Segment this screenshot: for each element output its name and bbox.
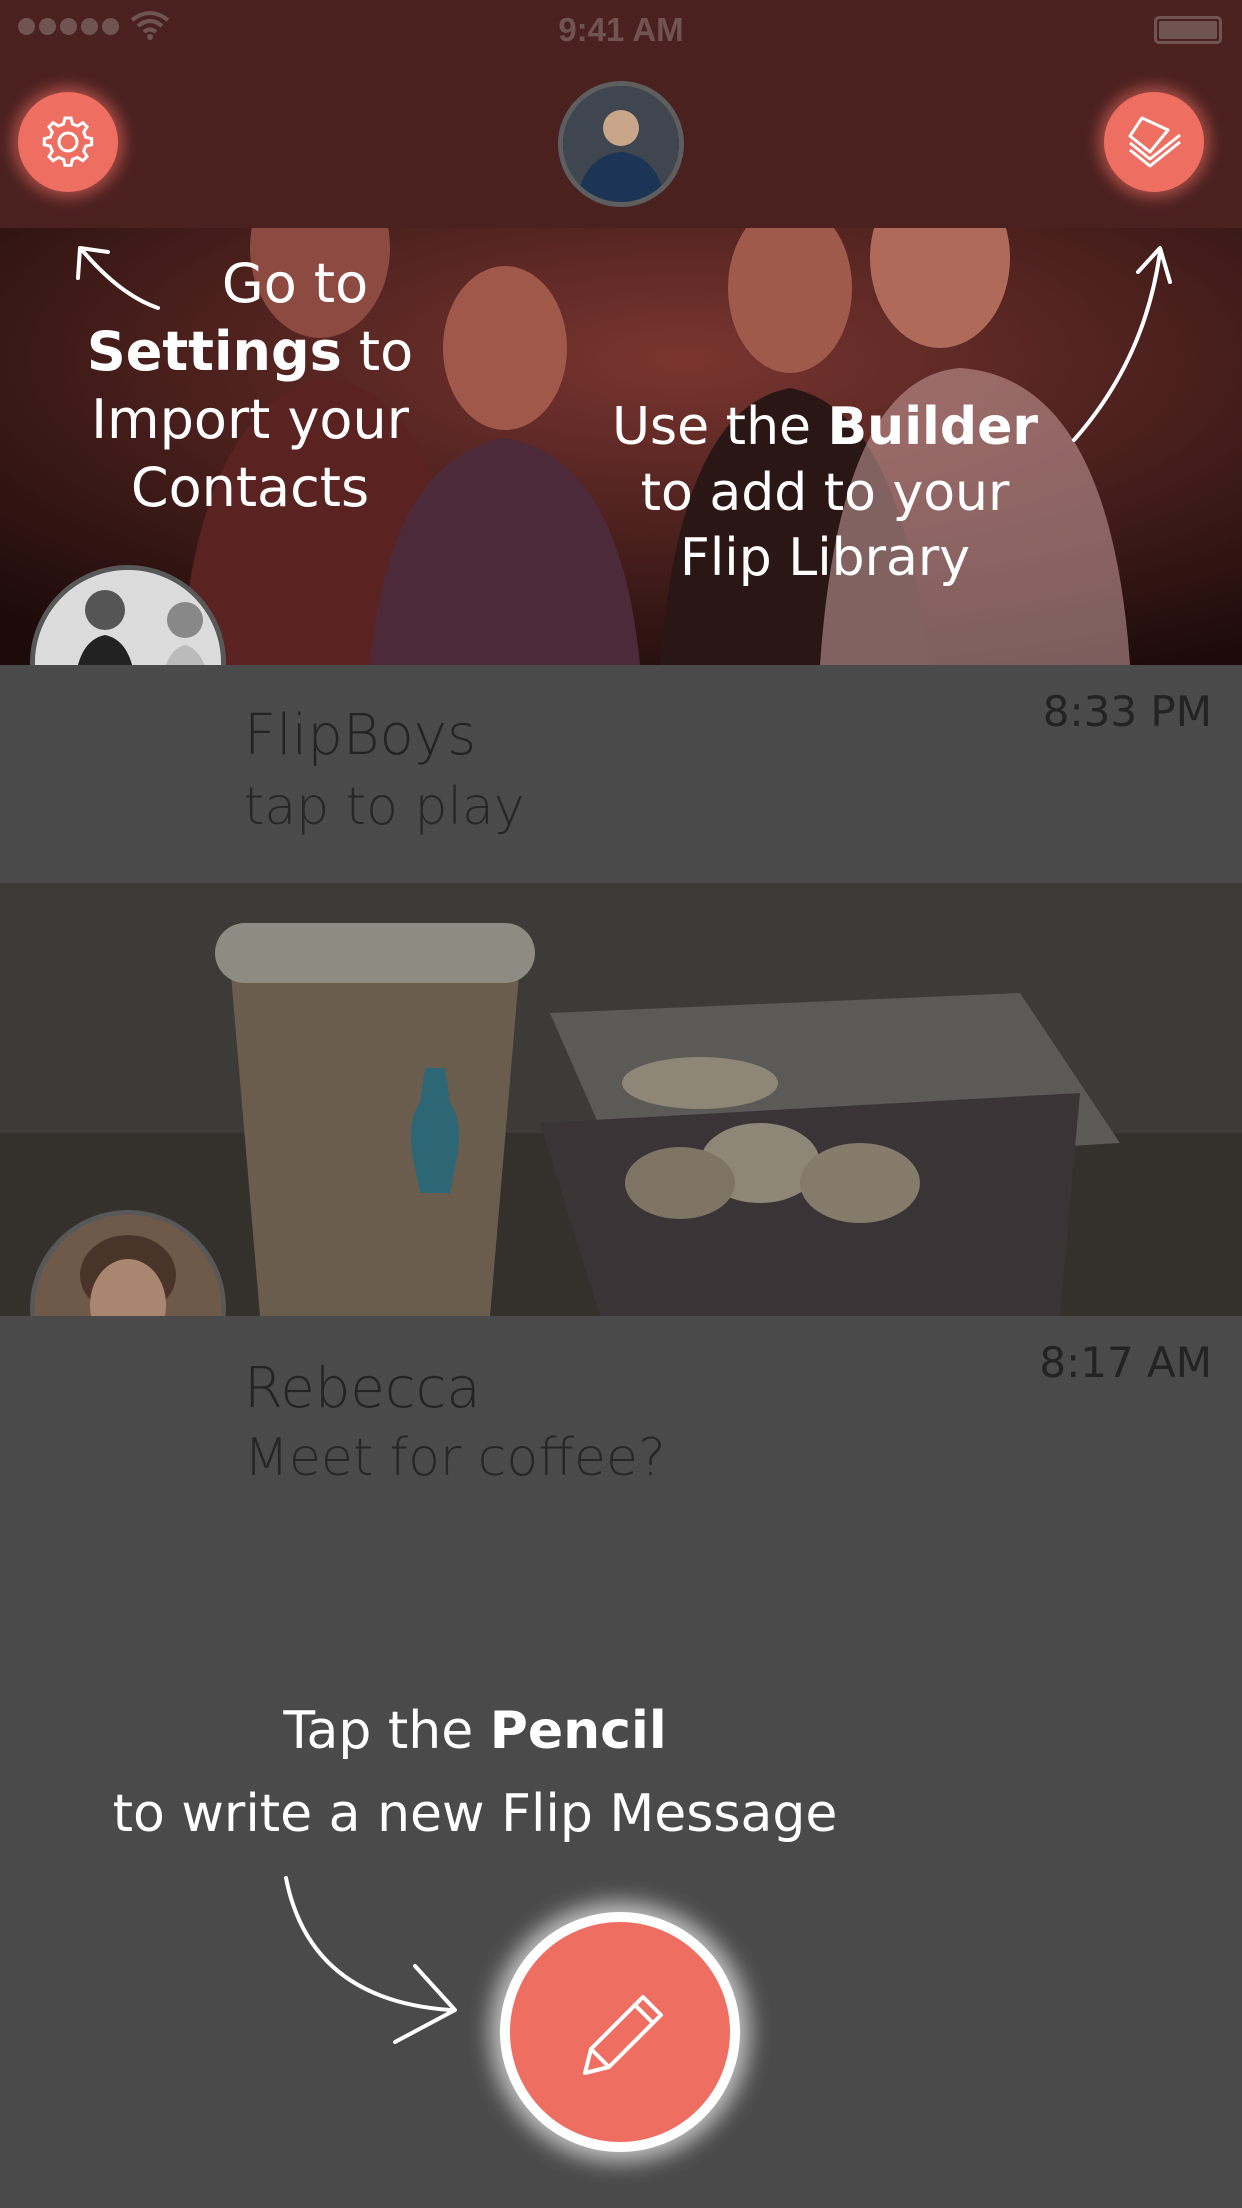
pencil-hint-bold: Pencil [489, 1701, 667, 1761]
profile-avatar[interactable] [558, 81, 684, 207]
settings-hint-line2: Settings to [40, 318, 460, 386]
status-bar: 9:41 AM [0, 0, 1242, 60]
builder-hint-before: Use the [612, 397, 828, 457]
message-time: 8:33 PM [1042, 687, 1212, 736]
settings-hint-line4: Contacts [130, 456, 370, 520]
builder-button[interactable] [1104, 92, 1204, 192]
stacked-cards-icon [1128, 116, 1181, 168]
builder-hint: Use the Builder to add to your Flip Libr… [560, 395, 1090, 592]
compose-button[interactable] [500, 1912, 740, 2152]
contact-name: FlipBoys [244, 703, 477, 768]
status-time: 9:41 AM [558, 11, 684, 48]
pencil-hint: Tap the Pencil to write a new Flip Messa… [40, 1690, 910, 1856]
settings-arrow-icon [76, 246, 160, 310]
settings-hint-after: to [341, 320, 414, 384]
builder-hint-line3: Flip Library [679, 528, 971, 589]
message-time: 8:17 AM [1039, 1338, 1212, 1387]
feed-item-flipboys[interactable]: FlipBoys tap to play 8:33 PM [0, 665, 1242, 883]
battery-icon [1154, 16, 1222, 44]
pencil-hint-line1: Tap the Pencil [40, 1690, 910, 1773]
builder-arrow-icon [1072, 246, 1172, 442]
builder-hint-line1: Use the Builder [560, 395, 1090, 461]
gear-icon [42, 116, 94, 167]
pencil-hint-line2: to write a new Flip Message [112, 1784, 838, 1845]
builder-hint-bold: Builder [827, 397, 1038, 457]
settings-button[interactable] [18, 92, 118, 192]
pencil-arrow-icon [284, 1876, 457, 2044]
profile-photo [563, 86, 679, 202]
settings-hint-line3: Import your [91, 388, 409, 452]
message-preview: tap to play [244, 777, 525, 837]
contact-name: Rebecca [244, 1356, 481, 1421]
message-preview: Meet for coffee? [244, 1428, 666, 1488]
pencil-icon [583, 1995, 663, 2075]
builder-hint-line2: to add to your [640, 462, 1010, 523]
top-bar: 9:41 AM [0, 0, 1242, 228]
pencil-hint-before: Tap the [283, 1701, 490, 1761]
settings-hint-bold: Settings [86, 320, 342, 384]
